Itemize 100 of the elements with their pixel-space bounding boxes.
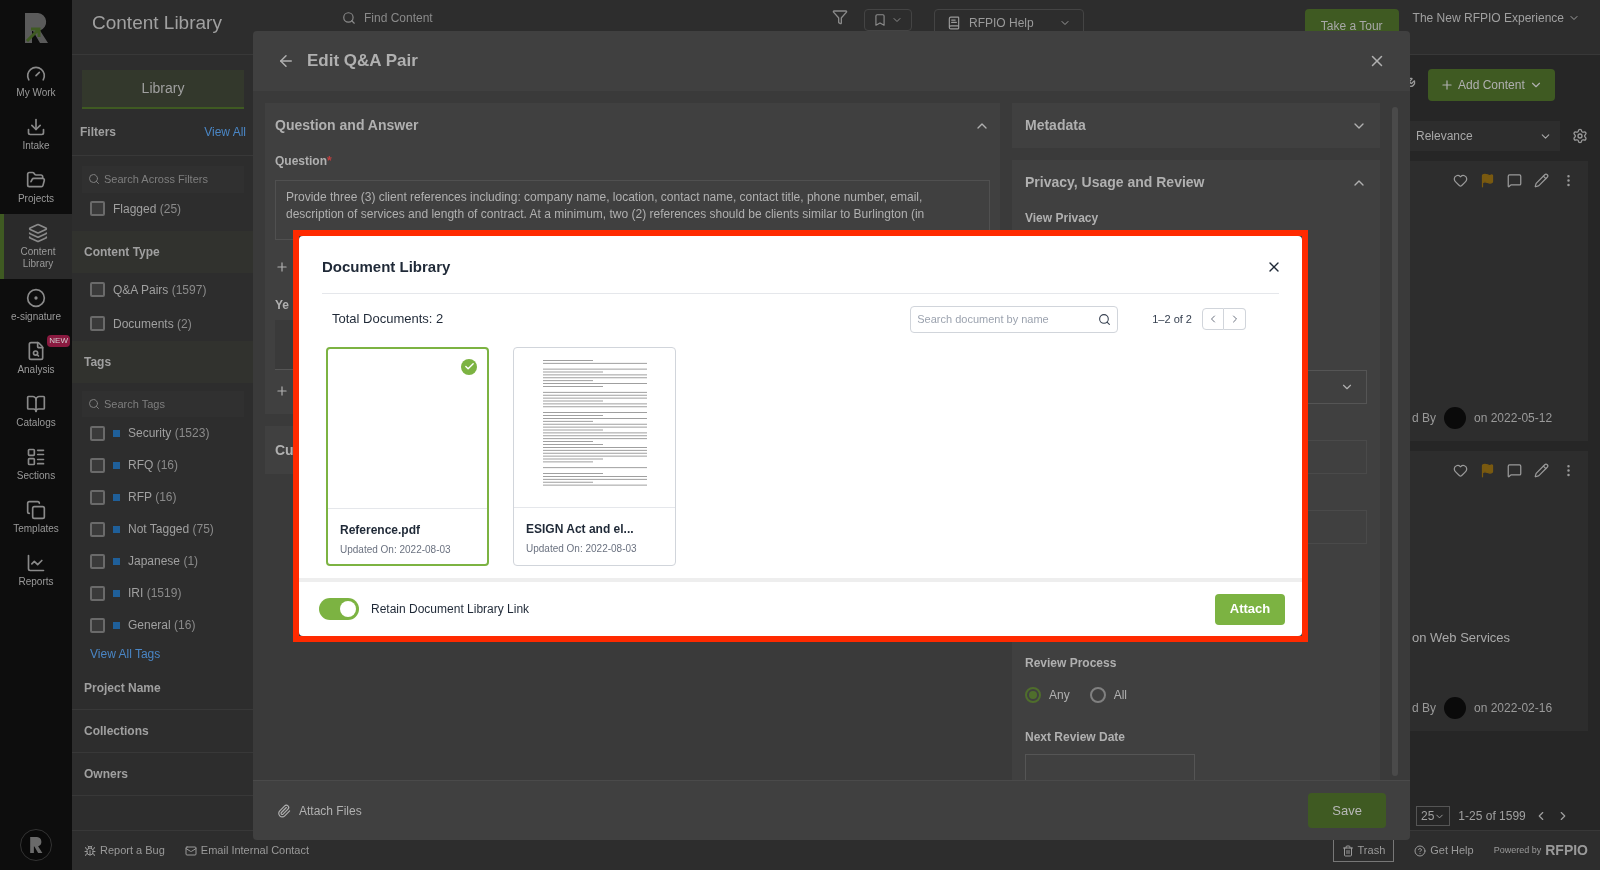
powered-by-text: Powered by	[1493, 843, 1542, 857]
view-all-link[interactable]: View All	[204, 123, 246, 141]
new-badge: NEW	[47, 335, 70, 347]
checkbox[interactable]	[90, 521, 105, 537]
search-field[interactable]: Find Content	[342, 9, 802, 27]
document-search-field[interactable]: Search document by name	[910, 305, 1119, 333]
plus-icon	[1440, 78, 1454, 92]
back-icon[interactable]	[277, 52, 295, 70]
field-label: Ye	[275, 297, 290, 314]
tag-option: RFP (16)	[128, 488, 177, 506]
checkbox[interactable]	[90, 425, 105, 441]
page-size-dropdown[interactable]: 25	[1416, 806, 1451, 826]
comment-icon[interactable]	[1507, 173, 1522, 188]
settings-icon[interactable]	[1572, 128, 1588, 144]
nav-item[interactable]: Catalogs	[0, 385, 72, 438]
tag-option: Not Tagged (75)	[128, 520, 214, 538]
metadata-card[interactable]: Metadata	[1012, 103, 1380, 148]
plus-icon[interactable]	[275, 384, 289, 398]
report-bug-link[interactable]: Report a Bug	[84, 842, 165, 859]
download-icon	[26, 117, 46, 137]
experience-dropdown[interactable]: The New RFPIO Experience	[1412, 9, 1580, 27]
nav-item[interactable]: Projects	[0, 161, 72, 214]
library-tab[interactable]: Library	[82, 70, 244, 109]
heart-icon[interactable]	[1453, 173, 1468, 188]
updated-date: on 2022-02-16	[1474, 700, 1553, 717]
filter-icon[interactable]	[832, 9, 848, 25]
search-icon	[88, 173, 100, 186]
toggle-switch[interactable]	[319, 598, 359, 620]
field-label: View Privacy	[1025, 210, 1100, 227]
signature-icon	[26, 288, 46, 308]
filters-heading: Filters	[80, 124, 117, 141]
dialog-title: Document Library	[322, 257, 452, 277]
view-all-tags-link[interactable]: View All Tags	[72, 641, 254, 667]
pagination-range: 1–2 of 2	[1152, 311, 1192, 327]
book-icon	[26, 394, 46, 414]
checkbox[interactable]	[90, 585, 105, 601]
previous-page-button[interactable]	[1202, 308, 1224, 330]
heart-icon[interactable]	[1453, 463, 1468, 478]
copies-icon	[26, 500, 46, 520]
tag-option: RFQ (16)	[128, 456, 179, 474]
plus-icon[interactable]	[275, 260, 289, 274]
section-header[interactable]: Content Type	[72, 230, 254, 273]
total-documents: Total Documents: 2	[332, 310, 445, 329]
get-help-link[interactable]: Get Help	[1414, 842, 1474, 859]
attach-files-link[interactable]: Attach Files	[277, 801, 1309, 820]
nav-item[interactable]: Content Library	[0, 214, 72, 279]
updated-date: Updated On: 2022-08-03	[526, 541, 638, 556]
search-icon	[88, 397, 100, 410]
trash-icon	[1341, 844, 1354, 857]
field-label: Next Review Date	[1025, 729, 1127, 746]
author-avatar	[1444, 697, 1466, 719]
radio-button[interactable]	[1089, 687, 1106, 703]
nav-item[interactable]: e-signature	[0, 279, 72, 332]
search-icon	[1098, 312, 1112, 326]
next-page-button[interactable]	[1224, 308, 1246, 330]
gauge-icon	[26, 64, 46, 84]
field-label: Question*	[275, 154, 332, 168]
nav-item[interactable]: Intake	[0, 108, 72, 161]
nav-item[interactable]: Reports	[0, 544, 72, 597]
checkbox[interactable]	[90, 316, 105, 331]
result-snippet: on Web Services	[1412, 628, 1512, 647]
checkbox[interactable]	[90, 489, 105, 505]
checkbox[interactable]	[90, 553, 105, 569]
nav-item[interactable]: My Work	[0, 55, 72, 108]
section-title: Cu	[275, 442, 294, 458]
edit-icon[interactable]	[1534, 173, 1549, 188]
email-contact-link[interactable]: Email Internal Contact	[184, 842, 310, 859]
avatar-logo[interactable]	[20, 829, 52, 861]
nav-item[interactable]: NEW Analysis	[0, 332, 72, 385]
section-header[interactable]: Tags	[72, 340, 254, 383]
document-card[interactable]: ESIGN Act and el... Updated On: 2022-08-03	[513, 346, 676, 566]
checkbox[interactable]	[90, 282, 105, 297]
search-icon	[342, 11, 356, 25]
stack-icon	[28, 223, 48, 243]
checkbox[interactable]	[90, 457, 105, 473]
checkbox[interactable]	[90, 617, 105, 633]
flag-icon[interactable]	[1480, 463, 1495, 478]
chart-icon	[26, 553, 46, 573]
radio-button[interactable]	[1025, 687, 1041, 703]
flag-icon[interactable]	[1480, 173, 1495, 188]
comment-icon[interactable]	[1507, 463, 1522, 478]
nav-item[interactable]: Templates	[0, 491, 72, 544]
author-avatar	[1444, 407, 1466, 429]
add-content-button[interactable]: Add Content	[1428, 69, 1555, 101]
tag-option: Security (1523)	[128, 424, 210, 442]
nav-item[interactable]: Sections	[0, 438, 72, 491]
tag-option: IRI (1519)	[128, 584, 182, 602]
save-button[interactable]: Save	[1308, 792, 1386, 829]
tag-option: General (16)	[128, 616, 196, 634]
tag-option: Japanese (1)	[128, 552, 199, 570]
author-label: d By	[1412, 700, 1436, 717]
updated-date: Updated On: 2022-08-03	[340, 542, 452, 557]
toggle-label: Retain Document Library Link	[371, 601, 531, 618]
filter-option: Flagged (25)	[113, 199, 182, 218]
document-card[interactable]: Reference.pdf Updated On: 2022-08-03	[326, 346, 489, 566]
pagination-range: 1-25 of 1599	[1458, 808, 1526, 825]
radio-label: Any	[1049, 687, 1070, 704]
edit-icon[interactable]	[1534, 463, 1549, 478]
checkbox[interactable]	[90, 201, 105, 216]
updated-date: on 2022-05-12	[1474, 410, 1553, 427]
